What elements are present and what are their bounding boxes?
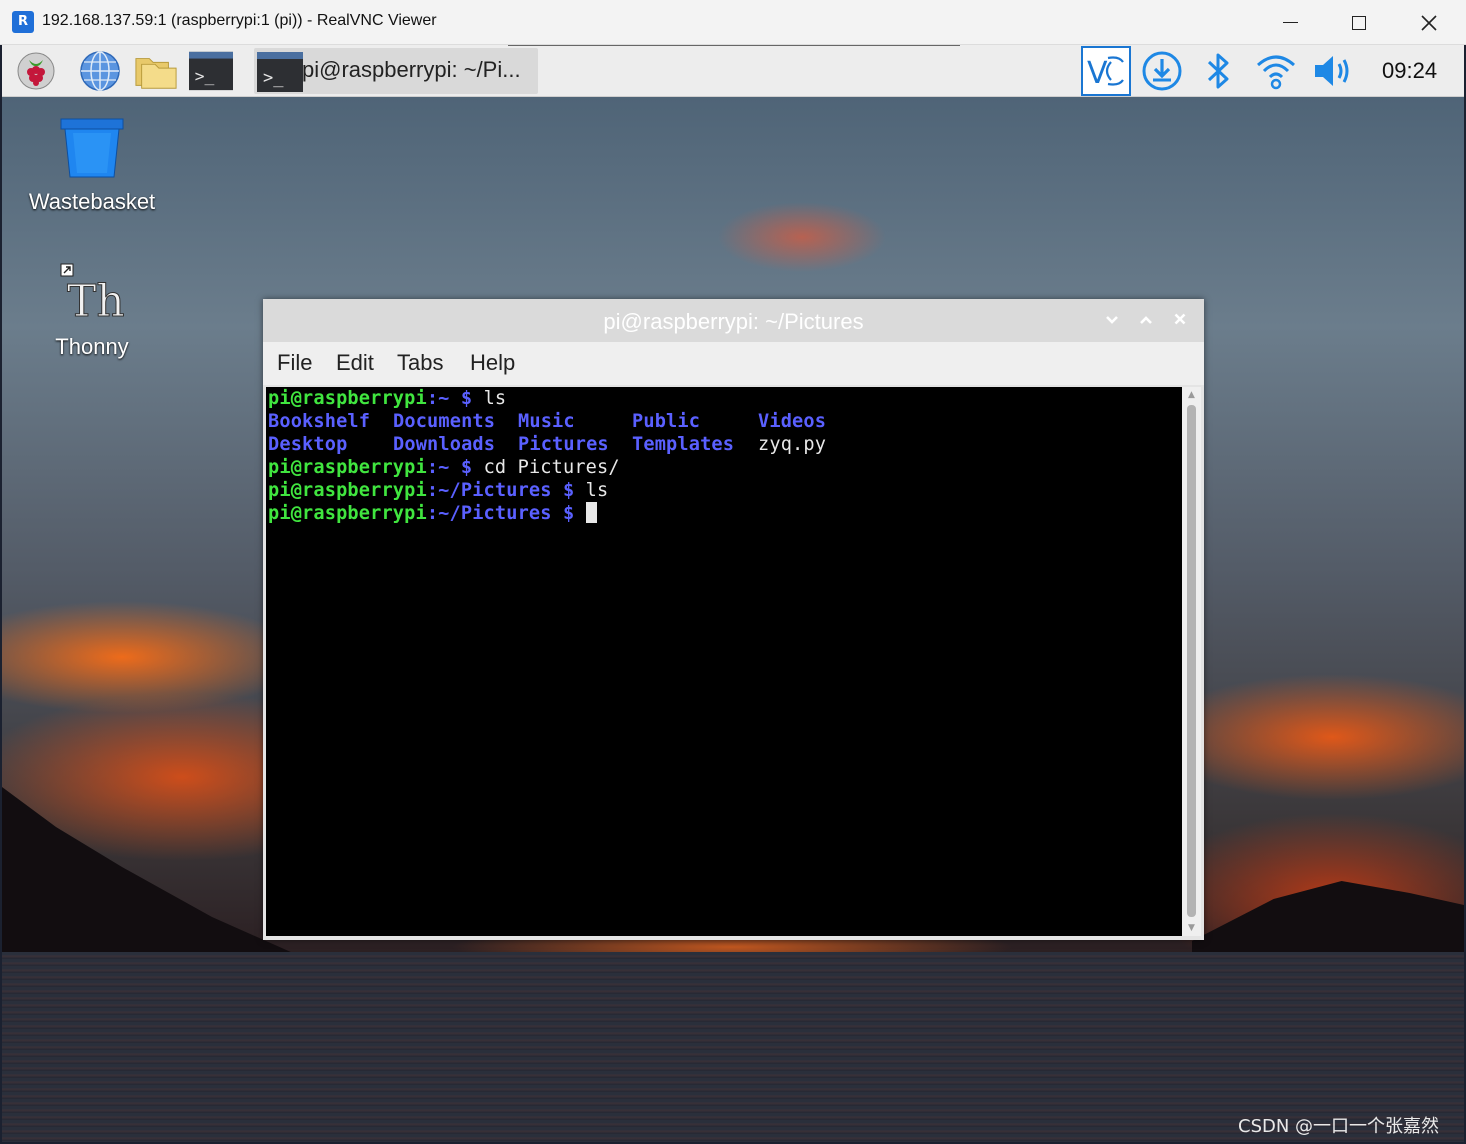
terminal-line: pi@raspberrypi:~ $ cd Pictures/ <box>268 457 620 478</box>
thonny-icon: Th <box>60 263 125 328</box>
terminal-close-button[interactable] <box>1169 309 1191 331</box>
file-manager-icon[interactable] <box>134 51 178 91</box>
terminal-cursor <box>585 502 597 523</box>
ls-entry: Videos <box>758 411 827 432</box>
maximize-icon <box>1352 15 1366 30</box>
vnc-server-icon[interactable]: V <box>1080 45 1132 97</box>
close-icon <box>1174 313 1186 325</box>
vnc-titlebar: R 192.168.137.59:1 (raspberrypi:1 (pi)) … <box>0 0 1466 45</box>
menu-help[interactable]: Help <box>470 350 515 376</box>
wastebasket-icon <box>60 118 124 178</box>
ls-entry: Public <box>632 411 701 432</box>
close-icon <box>1421 14 1437 31</box>
menu-file[interactable]: File <box>277 350 312 376</box>
terminal-line: pi@raspberrypi:~ $ ls <box>268 388 507 409</box>
minimize-icon <box>1282 21 1298 24</box>
ls-entry: Pictures <box>518 434 609 455</box>
terminal-icon: >_ <box>257 52 303 92</box>
web-browser-icon[interactable] <box>78 51 122 91</box>
taskbar: >_ >_ pi@raspberrypi: ~/Pi... V 09:24 <box>2 45 1464 97</box>
desktop-item-thonny[interactable]: Th Thonny <box>12 262 172 360</box>
menu-tabs[interactable]: Tabs <box>397 350 443 376</box>
terminal-line: pi@raspberrypi:~/Pictures $ ls <box>268 480 609 501</box>
scrollbar-thumb[interactable] <box>1187 405 1196 917</box>
chevron-down-icon <box>1106 316 1118 324</box>
terminal-screen[interactable]: pi@raspberrypi:~ $ ls Bookshelf Document… <box>266 387 1182 936</box>
terminal-menubar: File Edit Tabs Help <box>263 342 1204 385</box>
svg-text:>_: >_ <box>195 67 215 86</box>
desktop-item-wastebasket[interactable]: Wastebasket <box>12 117 172 215</box>
ls-entry: zyq.py <box>758 434 827 455</box>
wifi-icon[interactable] <box>1254 51 1298 91</box>
ls-entry: Downloads <box>393 434 496 455</box>
terminal-maximize-button[interactable] <box>1135 309 1157 331</box>
volume-icon[interactable] <box>1312 51 1356 91</box>
terminal-line: Bookshelf Documents Music Public Videos <box>268 410 1168 433</box>
raspberry-menu-icon[interactable] <box>14 51 58 91</box>
svg-text:V: V <box>1087 56 1108 91</box>
taskbar-task-label: pi@raspberrypi: ~/Pi... <box>302 57 521 82</box>
terminal-scrollbar[interactable]: ▲ ▼ <box>1182 387 1201 936</box>
taskbar-divider <box>508 45 960 49</box>
minimize-button[interactable] <box>1255 0 1325 45</box>
close-button[interactable] <box>1394 0 1464 45</box>
terminal-title: pi@raspberrypi: ~/Pictures <box>603 309 864 334</box>
menu-edit[interactable]: Edit <box>336 350 374 376</box>
updater-icon[interactable] <box>1140 51 1184 91</box>
terminal-titlebar[interactable]: pi@raspberrypi: ~/Pictures <box>263 299 1204 342</box>
terminal-minimize-button[interactable] <box>1101 309 1123 331</box>
chevron-up-icon <box>1140 316 1152 324</box>
scroll-down-icon[interactable]: ▼ <box>1185 923 1198 933</box>
ls-entry: Music <box>518 411 575 432</box>
taskbar-clock: 09:24 <box>1382 58 1438 83</box>
ls-entry: Templates <box>632 434 735 455</box>
desktop-item-label: Wastebasket <box>28 189 156 214</box>
watermark: CSDN @一口一个张嘉然 <box>1238 1116 1440 1137</box>
terminal-icon[interactable]: >_ <box>189 51 233 91</box>
scroll-up-icon[interactable]: ▲ <box>1185 390 1198 400</box>
bluetooth-icon[interactable] <box>1196 51 1240 91</box>
terminal-window: pi@raspberrypi: ~/Pictures File Edit Tab… <box>263 299 1204 940</box>
terminal-line: pi@raspberrypi:~/Pictures $ <box>268 502 597 525</box>
terminal-line: Desktop Downloads Pictures Templates zyq… <box>268 433 1168 456</box>
maximize-button[interactable] <box>1324 0 1394 45</box>
window-title: 192.168.137.59:1 (raspberrypi:1 (pi)) - … <box>42 12 437 29</box>
svg-text:>_: >_ <box>263 68 284 88</box>
wallpaper-mountain <box>2 787 302 977</box>
ls-entry: Desktop <box>268 434 348 455</box>
realvnc-app-icon: R <box>12 11 34 33</box>
ls-entry: Documents <box>393 411 496 432</box>
ls-entry: Bookshelf <box>268 411 371 432</box>
desktop-item-label: Thonny <box>55 334 129 359</box>
svg-text:Th: Th <box>67 276 125 324</box>
